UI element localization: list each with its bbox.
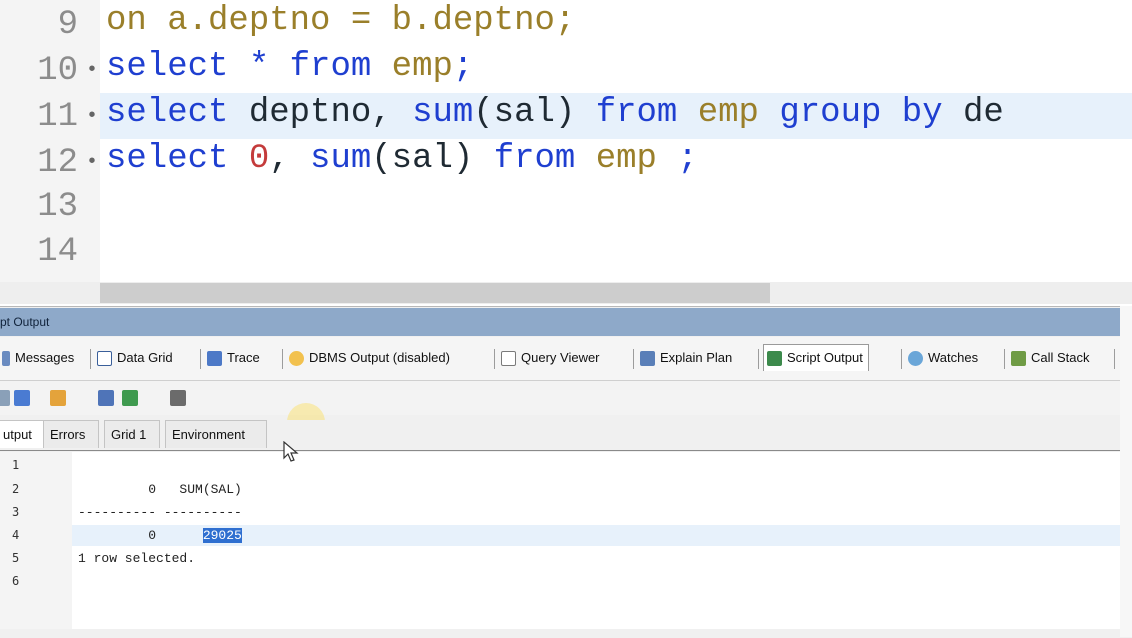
line-number: 11 • xyxy=(37,98,99,136)
trace-icon xyxy=(207,350,222,366)
output-subtab-bar: utput Errors Grid 1 Environment xyxy=(0,420,1120,451)
watches-icon xyxy=(908,350,923,366)
query-viewer-icon xyxy=(501,350,516,366)
line-number: 14 xyxy=(37,233,78,271)
script-output-icon xyxy=(767,350,782,366)
output-line-number: 1 xyxy=(12,458,20,472)
save-icon[interactable] xyxy=(98,390,114,406)
tab-dbms-output[interactable]: DBMS Output (disabled) xyxy=(289,345,450,371)
line-number: 9 xyxy=(57,6,78,44)
output-line-number: 2 xyxy=(12,482,20,496)
sql-editor[interactable]: 9 10 • 11 • 12 • 13 14 on a.deptno = b.dept… xyxy=(0,0,1132,305)
line-number: 13 xyxy=(37,188,78,226)
subtab-grid-1[interactable]: Grid 1 xyxy=(104,420,160,448)
code-line-12[interactable]: select 0, sum(sal) from emp ; xyxy=(106,140,698,186)
panel-title: pt Output xyxy=(0,308,1120,336)
tab-script-output[interactable]: Script Output xyxy=(763,344,869,371)
subtab-environment[interactable]: Environment xyxy=(165,420,267,448)
find-icon[interactable] xyxy=(0,390,10,406)
line-number: 12 • xyxy=(37,144,99,182)
dbms-output-icon xyxy=(289,350,304,366)
code-line-10[interactable]: select * from emp; xyxy=(106,48,473,94)
output-separator-line: ---------- ---------- xyxy=(78,505,242,520)
output-line-number: 3 xyxy=(12,505,20,519)
subtab-output[interactable]: utput xyxy=(0,420,44,448)
horizontal-scrollbar-thumb[interactable] xyxy=(100,283,770,303)
messages-icon xyxy=(2,350,10,366)
output-rows-selected-line: 1 row selected. xyxy=(78,551,196,566)
line-number: 10 • xyxy=(37,52,99,90)
tab-messages[interactable]: Messages xyxy=(2,345,74,371)
code-line-9[interactable]: on a.deptno = b.deptno; xyxy=(106,2,575,48)
sql-format-icon[interactable] xyxy=(14,390,30,406)
tab-explain-plan[interactable]: Explain Plan xyxy=(640,345,732,371)
output-result-line: 0 29025 xyxy=(78,528,242,543)
output-toolbar xyxy=(0,381,1120,415)
output-line-number: 5 xyxy=(12,551,20,565)
output-line-gutter: 1 2 3 4 5 6 xyxy=(0,452,72,629)
code-line-11[interactable]: select deptno, sum(sal) from emp group b… xyxy=(106,94,1004,140)
tab-watches[interactable]: Watches xyxy=(908,345,978,371)
explain-plan-icon xyxy=(640,350,655,366)
subtab-errors[interactable]: Errors xyxy=(43,420,99,448)
script-output-area[interactable]: 1 2 3 4 5 6 0 SUM(SAL) ---------- ------… xyxy=(0,452,1120,629)
data-grid-icon xyxy=(97,350,112,366)
mouse-pointer-icon xyxy=(283,441,299,462)
print-icon[interactable] xyxy=(170,390,186,406)
call-stack-icon xyxy=(1011,350,1026,366)
tab-trace[interactable]: Trace xyxy=(207,345,260,371)
output-line-number: 6 xyxy=(12,574,20,588)
panel-right-edge xyxy=(1120,306,1132,637)
selected-value[interactable]: 29025 xyxy=(202,528,242,543)
output-line-number: 4 xyxy=(12,528,20,542)
tab-call-stack[interactable]: Call Stack xyxy=(1011,345,1090,371)
tab-data-grid[interactable]: Data Grid xyxy=(97,345,173,371)
export-icon[interactable] xyxy=(122,390,138,406)
panel-tab-bar: Messages Data Grid Trace DBMS Output (di… xyxy=(0,337,1120,381)
clear-icon[interactable] xyxy=(50,390,66,406)
line-number-gutter: 9 10 • 11 • 12 • 13 14 xyxy=(0,0,100,282)
tab-query-viewer[interactable]: Query Viewer xyxy=(501,345,600,371)
output-header-line: 0 SUM(SAL) xyxy=(78,482,242,497)
